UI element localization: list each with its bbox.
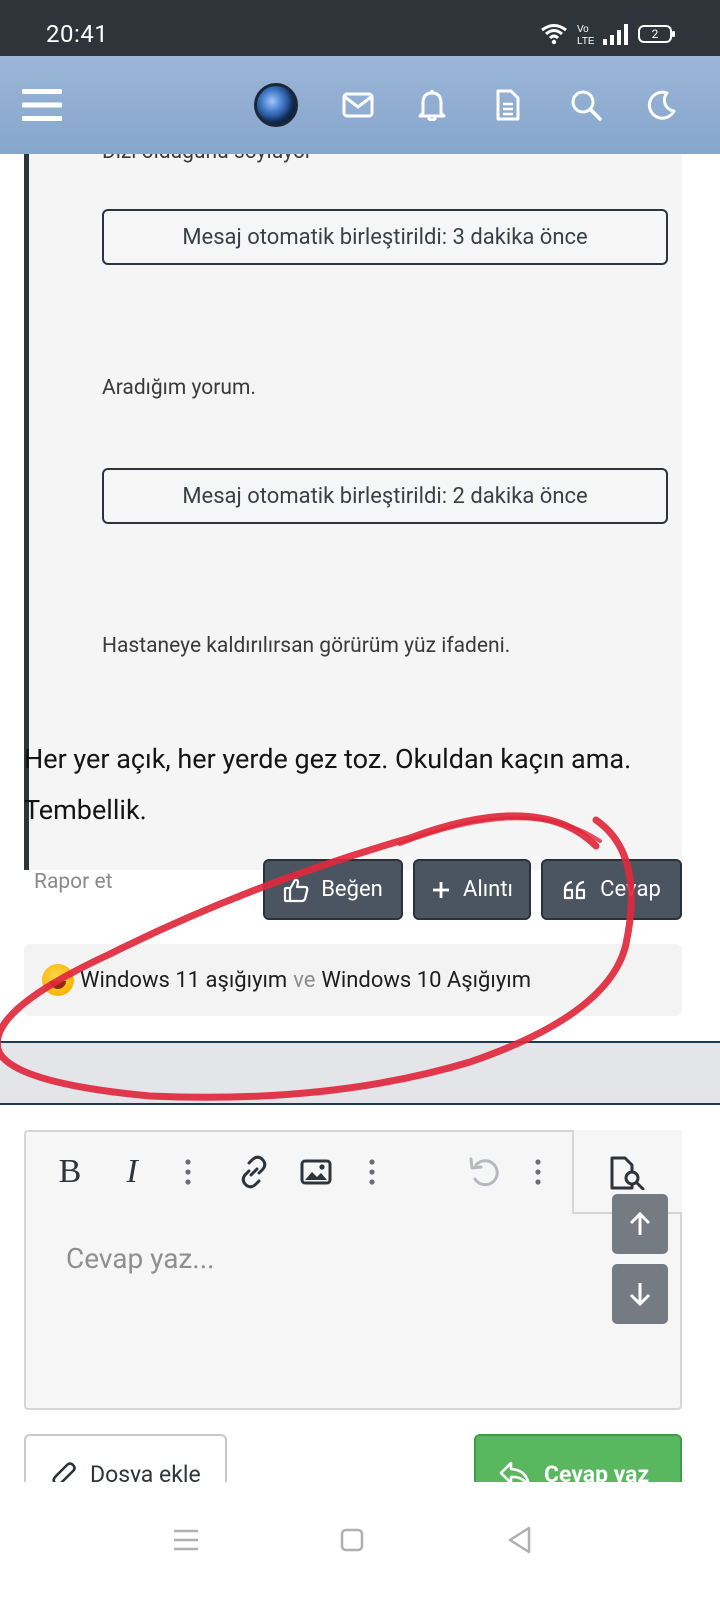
like-button[interactable]: Beğen xyxy=(263,859,403,920)
reply-editor[interactable]: B I Cevap yaz... xyxy=(24,1130,682,1410)
svg-text:LTE: LTE xyxy=(577,36,594,46)
reaction-user-link[interactable]: Windows 11 aşığıyım xyxy=(80,968,287,993)
arrow-down-icon xyxy=(629,1283,651,1307)
dark-mode-toggle[interactable] xyxy=(630,56,694,154)
bell-icon xyxy=(418,90,446,121)
vertical-dots-icon xyxy=(535,1159,541,1185)
search-icon xyxy=(571,90,602,121)
post-body: Her yer açık, her yerde gez toz. Okuldan… xyxy=(24,743,632,826)
menu-icon xyxy=(22,89,62,121)
app-header xyxy=(0,56,720,154)
quote-label: Alıntı xyxy=(463,877,513,902)
reply-button[interactable]: Cevap xyxy=(541,859,682,920)
user-avatar[interactable] xyxy=(244,56,308,154)
reaction-joiner: ve xyxy=(293,967,316,993)
search-button[interactable] xyxy=(554,56,618,154)
scroll-down-button[interactable] xyxy=(612,1264,668,1324)
system-icons: Vo LTE 2 xyxy=(540,22,675,46)
vertical-dots-icon xyxy=(185,1159,191,1185)
signal-icon xyxy=(603,24,628,45)
recents-button[interactable] xyxy=(156,1510,216,1570)
back-button[interactable] xyxy=(490,1510,550,1570)
insert-link-button[interactable] xyxy=(234,1150,274,1194)
report-link[interactable]: Rapor et xyxy=(34,870,112,894)
italic-button[interactable]: I xyxy=(112,1150,152,1194)
section-divider xyxy=(0,1041,720,1105)
new-posts-button[interactable] xyxy=(476,56,540,154)
vertical-dots-icon xyxy=(369,1159,375,1185)
recents-icon xyxy=(174,1529,198,1551)
document-icon xyxy=(496,89,520,121)
home-button[interactable] xyxy=(322,1510,382,1570)
more-history-options-button[interactable] xyxy=(518,1150,558,1194)
reaction-user-link[interactable]: Windows 10 Aşığıyım xyxy=(321,968,531,993)
like-label: Beğen xyxy=(321,877,383,902)
laughing-emoji-icon xyxy=(42,964,74,996)
thumbs-up-icon xyxy=(284,878,309,902)
mail-icon xyxy=(342,92,374,118)
moon-icon xyxy=(647,90,676,120)
undo-button[interactable] xyxy=(464,1150,504,1194)
quote-line: Hastaneye kaldırılırsan görürüm yüz ifad… xyxy=(102,634,511,658)
link-icon xyxy=(241,1155,267,1189)
alerts-button[interactable] xyxy=(400,56,464,154)
merge-notice: Mesaj otomatik birleştirildi: 2 dakika ö… xyxy=(102,468,668,524)
bold-button[interactable]: B xyxy=(50,1150,90,1194)
inbox-button[interactable] xyxy=(326,56,390,154)
preview-document-icon xyxy=(610,1156,645,1190)
system-nav-bar xyxy=(0,1482,720,1600)
reactions-bar: Windows 11 aşığıyım ve Windows 10 Aşığıy… xyxy=(24,944,682,1016)
quote-line: Aradığım yorum. xyxy=(102,376,256,400)
more-insert-options-button[interactable] xyxy=(352,1150,392,1194)
scroll-up-button[interactable] xyxy=(612,1194,668,1254)
battery-icon: 2 xyxy=(638,25,675,43)
thread-content: Dizi olduğunu söylüyor Mesaj otomatik bi… xyxy=(0,154,720,1502)
reply-input-placeholder: Cevap yaz... xyxy=(66,1242,215,1275)
globe-avatar-icon xyxy=(254,83,298,127)
back-icon xyxy=(508,1526,531,1554)
merge-notice: Mesaj otomatik birleştirildi: 3 dakika ö… xyxy=(102,209,668,265)
wifi-icon xyxy=(541,24,567,45)
plus-icon xyxy=(433,881,450,898)
quote-marks-icon xyxy=(564,880,586,899)
menu-button[interactable] xyxy=(10,56,74,154)
arrow-up-icon xyxy=(629,1211,651,1235)
quote-partial-line: Dizi olduğunu söylüyor xyxy=(102,154,312,164)
undo-icon xyxy=(469,1157,499,1187)
quote-button[interactable]: Alıntı xyxy=(413,859,531,920)
volte-icon: Vo LTE xyxy=(577,24,594,46)
more-text-options-button[interactable] xyxy=(168,1150,208,1194)
status-bar: 20:41 Vo LTE 2 xyxy=(0,0,720,56)
insert-image-button[interactable] xyxy=(296,1150,336,1194)
clock: 20:41 xyxy=(46,20,109,48)
svg-text:Vo: Vo xyxy=(577,24,589,35)
reply-label: Cevap xyxy=(600,877,661,902)
image-icon xyxy=(300,1159,332,1185)
home-icon xyxy=(340,1528,364,1552)
